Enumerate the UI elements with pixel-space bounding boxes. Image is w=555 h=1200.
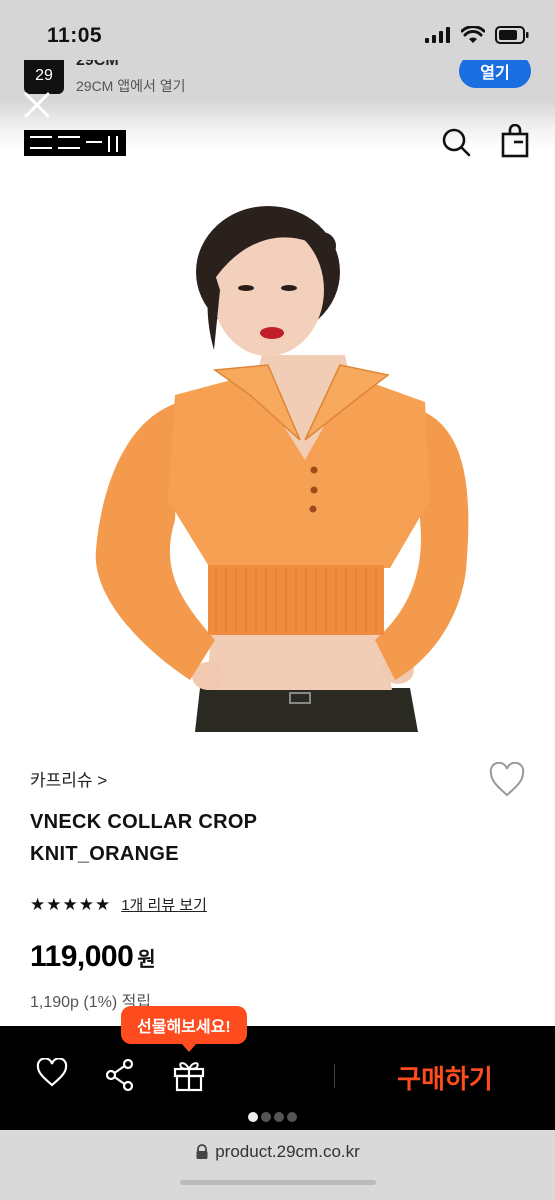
currency: 원 [137,949,156,971]
site-logo[interactable] [24,130,126,156]
star-rating: ★★★★★ [30,894,112,914]
page-dot [287,1112,297,1122]
url-display[interactable]: product.29cm.co.kr [0,1142,555,1162]
shopping-bag-icon[interactable] [500,124,530,158]
brand-link[interactable]: 카프리슈 > [30,766,107,791]
heart-icon[interactable] [36,1058,68,1088]
gift-tooltip[interactable]: 선물해보세요! [121,1006,247,1052]
page-dot [274,1112,284,1122]
app-banner[interactable]: 29 29CM 29CM 앱에서 열기 열기 [0,60,555,100]
page-dot [261,1112,271,1122]
gift-icon[interactable] [172,1058,206,1092]
banner-app-name: 29CM [76,60,119,69]
product-photo [0,170,555,732]
review-link[interactable]: 1개 리뷰 보기 [121,894,207,915]
page-indicator [248,1112,297,1122]
buy-button[interactable]: 구매하기 [360,1052,530,1102]
wifi-icon [461,26,485,43]
price: 119,000 [30,940,134,973]
product-image[interactable] [0,170,555,732]
home-indicator [180,1180,376,1185]
rating-row: ★★★★★ 1개 리뷰 보기 [30,894,207,915]
banner-subtitle: 29CM 앱에서 열기 [76,78,186,94]
status-icons [425,26,529,44]
page-dot [248,1112,258,1122]
price-row: 119,000 원 [30,940,156,974]
product-title-line2: KNIT_ORANGE [30,843,179,865]
status-time: 11:05 [47,24,103,47]
app-logo: 29 [24,60,64,94]
product-title-line1: VNECK COLLAR CROP [30,811,258,833]
battery-icon [495,26,529,44]
close-icon[interactable] [22,90,52,120]
product-title: VNECK COLLAR CROP KNIT_ORANGE [30,806,430,870]
signal-icon [425,27,450,43]
action-divider [334,1064,335,1088]
heart-icon[interactable] [488,762,526,798]
share-icon[interactable] [104,1058,136,1092]
browser-url-bar[interactable]: product.29cm.co.kr [0,1130,555,1200]
site-header [0,92,555,170]
lock-icon [196,1144,208,1159]
status-bar: 11:05 [0,0,555,60]
open-app-button[interactable]: 열기 [459,60,531,88]
url-text: product.29cm.co.kr [215,1142,360,1161]
search-icon[interactable] [440,126,472,158]
